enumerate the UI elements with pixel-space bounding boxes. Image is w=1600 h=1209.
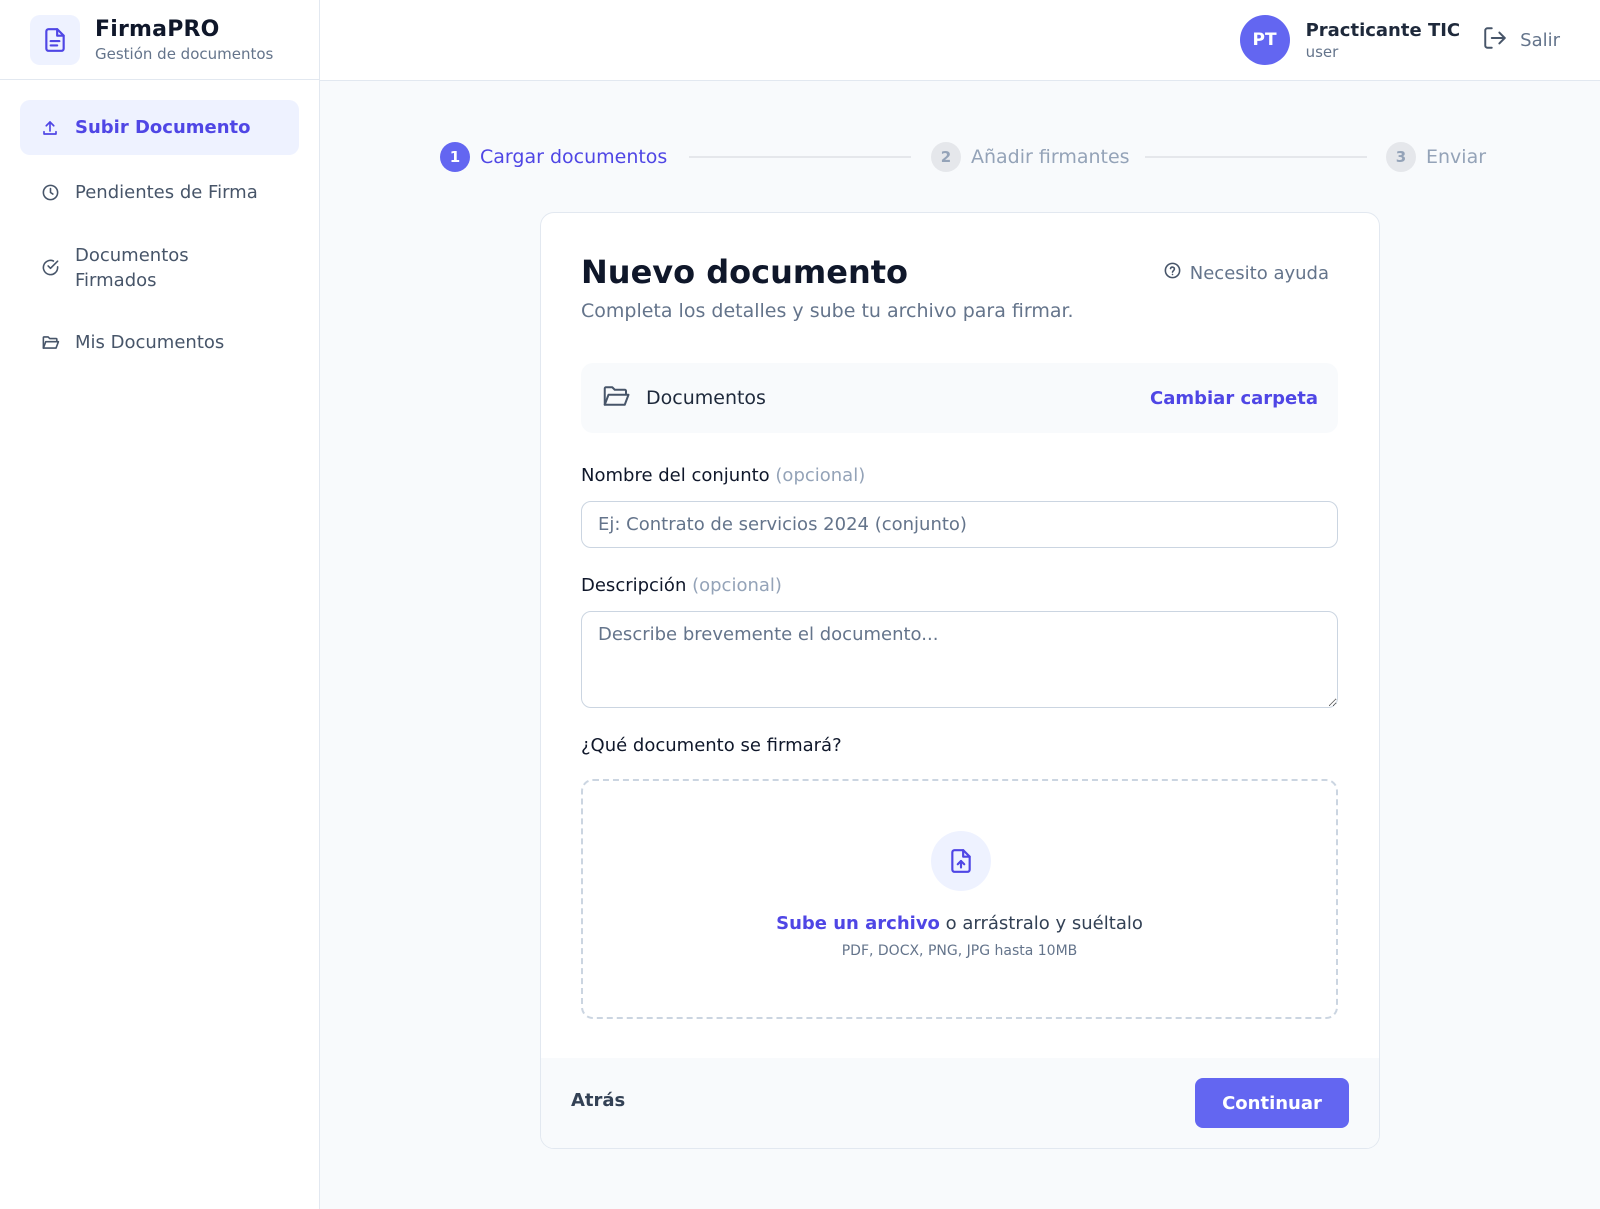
brand: FirmaPRO Gestión de documentos [0, 0, 319, 80]
clock-icon [40, 183, 60, 203]
folder-name: Documentos [646, 387, 766, 409]
step-connector [1145, 156, 1367, 158]
logout-label: Salir [1520, 29, 1560, 51]
upload-icon [40, 118, 60, 138]
sidebar-item-label: Mis Documentos [75, 332, 225, 353]
dropzone-hint: PDF, DOCX, PNG, JPG hasta 10MB [841, 943, 1078, 959]
avatar[interactable]: PT [1239, 15, 1290, 65]
folder-selector: Documentos Cambiar carpeta [581, 363, 1338, 433]
check-circle-icon [40, 258, 60, 278]
sidebar: FirmaPRO Gestión de documentos Subir Doc… [0, 0, 320, 1209]
top-header: PT Practicante TIC user Salir [320, 0, 1600, 81]
folder-open-icon [40, 333, 60, 353]
step-cargar-documentos: 1 Cargar documentos [440, 140, 667, 174]
stepper: 1 Cargar documentos 2 Añadir firmantes 3… [440, 140, 1486, 174]
set-name-label-text: Nombre del conjunto [581, 465, 770, 486]
help-link[interactable]: Necesito ayuda [1163, 261, 1329, 285]
sidebar-item-label: Documentos Firmados [75, 244, 189, 291]
logout-icon [1482, 25, 1508, 56]
upload-file-link[interactable]: Sube un archivo [776, 913, 940, 934]
optional-tag: (opcional) [775, 465, 866, 486]
app-subtitle: Gestión de documentos [95, 44, 274, 63]
step-label: Enviar [1426, 146, 1487, 168]
dropzone-rest-text: o arrástralo y suéltalo [939, 913, 1143, 934]
help-circle-icon [1163, 261, 1182, 285]
user-name: Practicante TIC [1305, 19, 1461, 41]
step-label: Añadir firmantes [971, 146, 1130, 168]
help-label: Necesito ayuda [1189, 262, 1329, 284]
upload-label: ¿Qué documento se firmará? [581, 735, 842, 756]
description-textarea[interactable] [581, 611, 1338, 708]
optional-tag: (opcional) [692, 575, 782, 596]
sidebar-item-pendientes-de-firma[interactable]: Pendientes de Firma [20, 165, 299, 220]
change-folder-button[interactable]: Cambiar carpeta [1150, 388, 1318, 409]
continue-button[interactable]: Continuar [1195, 1078, 1349, 1128]
set-name-input[interactable] [581, 501, 1338, 548]
dropzone-text: Sube un archivo o arrástralo y suéltalo [583, 913, 1336, 934]
step-anadir-firmantes: 2 Añadir firmantes [931, 140, 1130, 174]
step-enviar: 3 Enviar [1386, 140, 1486, 174]
step-number: 1 [440, 142, 470, 172]
new-document-card: Nuevo documento Completa los detalles y … [540, 212, 1380, 1149]
user-role: user [1305, 42, 1339, 61]
description-label: Descripción (opcional) [581, 575, 782, 596]
step-number: 2 [931, 142, 961, 172]
card-footer: Atrás Continuar [541, 1058, 1379, 1148]
step-connector [689, 156, 911, 158]
document-icon [30, 14, 80, 65]
file-dropzone[interactable]: Sube un archivo o arrástralo y suéltalo … [581, 779, 1338, 1019]
page-title: Nuevo documento [581, 253, 908, 291]
set-name-label: Nombre del conjunto (opcional) [581, 465, 865, 486]
sidebar-nav: Subir Documento Pendientes de Firma Docu… [0, 80, 319, 400]
user-area: PT Practicante TIC user Salir [1239, 15, 1560, 65]
app-title: FirmaPRO [95, 16, 220, 42]
logout-button[interactable]: Salir [1482, 25, 1560, 56]
folder-open-icon [601, 381, 631, 415]
description-label-text: Descripción [581, 575, 687, 596]
sidebar-item-documentos-firmados[interactable]: Documentos Firmados [20, 230, 189, 305]
back-button[interactable]: Atrás [571, 1090, 625, 1111]
step-number: 3 [1386, 142, 1416, 172]
step-label: Cargar documentos [480, 146, 668, 168]
file-upload-icon [931, 831, 991, 891]
sidebar-item-label: Pendientes de Firma [75, 182, 258, 203]
page-subtitle: Completa los detalles y sube tu archivo … [581, 300, 1074, 322]
sidebar-item-mis-documentos[interactable]: Mis Documentos [20, 315, 299, 370]
sidebar-item-label: Subir Documento [75, 117, 251, 138]
sidebar-item-subir-documento[interactable]: Subir Documento [20, 100, 299, 155]
